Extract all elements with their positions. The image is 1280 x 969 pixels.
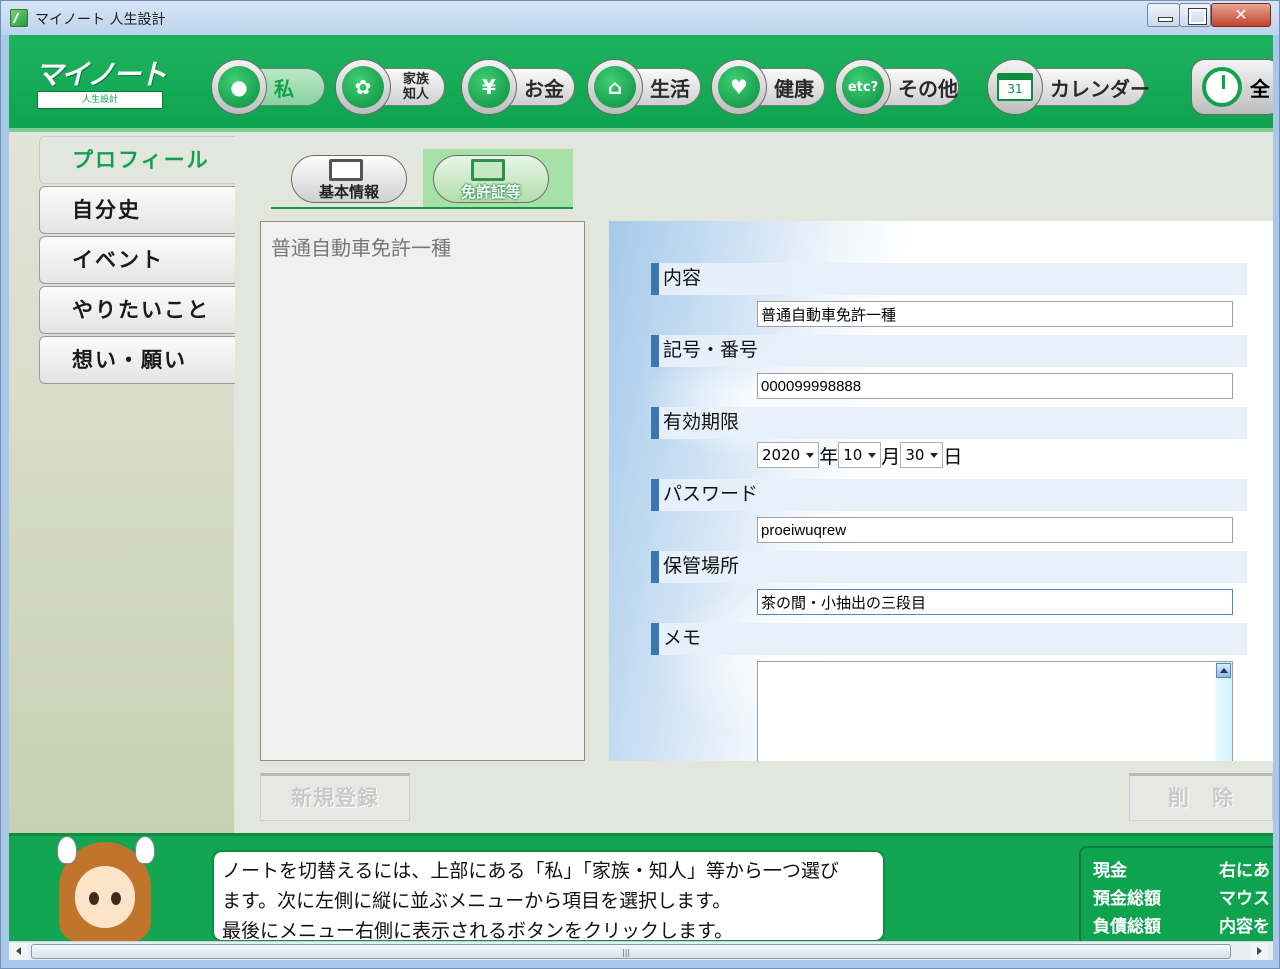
scrollbar-thumb[interactable]: ||| bbox=[31, 944, 1231, 959]
year-select[interactable]: 2020 bbox=[757, 442, 820, 468]
chevron-down-icon bbox=[868, 452, 877, 458]
memo-textarea[interactable] bbox=[757, 661, 1233, 761]
detail-form: 内容 記号・番号 有効期限 2020 年 10 月 30 日 パスワード 保管場… bbox=[609, 221, 1273, 761]
help-line-3: 最後にメニュー右側に表示されるボタンをクリックします。 bbox=[222, 920, 734, 941]
chevron-down-icon bbox=[930, 452, 939, 458]
card-icon bbox=[471, 159, 505, 181]
window-title: マイノート 人生設計 bbox=[35, 12, 166, 28]
client-area: マイノート 人生設計 ● 私 ✿ 家族 知人 ¥ お金 ⌂ 生活 ♥ 健康 et… bbox=[9, 35, 1273, 941]
location-input[interactable] bbox=[757, 589, 1233, 615]
password-label: パスワード bbox=[651, 479, 1247, 511]
app-window: マイノート 人生設計 ✕ マイノート 人生設計 ● 私 ✿ 家族 知人 ¥ お金… bbox=[0, 0, 1280, 969]
tab-basic-info[interactable]: 基本情報 bbox=[281, 149, 431, 209]
month-select[interactable]: 10 bbox=[838, 442, 882, 468]
maximize-button[interactable] bbox=[1179, 3, 1211, 27]
close-icon: ✕ bbox=[1234, 5, 1248, 24]
menu-event[interactable]: イベント bbox=[39, 236, 235, 284]
nav-health-button[interactable]: ♥ 健康 bbox=[711, 59, 825, 115]
title-bar[interactable]: マイノート 人生設計 ✕ bbox=[1, 1, 1279, 35]
tab-license-label: 免許証等 bbox=[460, 183, 521, 201]
list-item[interactable]: 普通自動車免許一種 bbox=[271, 232, 451, 261]
logo-subtitle: 人生設計 bbox=[37, 91, 163, 109]
nav-all-button[interactable]: 全 bbox=[1191, 59, 1273, 115]
nav-family-label-1: 家族 bbox=[402, 72, 429, 87]
number-input[interactable] bbox=[757, 373, 1233, 399]
deposit-label: 預金総額 bbox=[1093, 889, 1161, 909]
menu-todo[interactable]: やりたいこと bbox=[39, 286, 235, 334]
day-unit: 日 bbox=[943, 445, 963, 468]
debt-label: 負債総額 bbox=[1093, 917, 1161, 937]
app-logo: マイノート 人生設計 bbox=[35, 53, 167, 115]
location-label: 保管場所 bbox=[651, 551, 1247, 583]
top-nav-bar: マイノート 人生設計 ● 私 ✿ 家族 知人 ¥ お金 ⌂ 生活 ♥ 健康 et… bbox=[9, 35, 1273, 132]
help-speech-bubble: ノートを切替えるには、上部にある「私」「家族・知人」等から一つ選び ます。次に左… bbox=[212, 850, 885, 941]
etc-question-icon: etc? bbox=[842, 66, 884, 108]
help-line-1: ノートを切替えるには、上部にある「私」「家族・知人」等から一つ選び bbox=[222, 860, 839, 882]
grip-icon: ||| bbox=[622, 948, 631, 957]
expiry-date-row: 2020 年 10 月 30 日 bbox=[757, 441, 962, 469]
nav-family-label-2: 知人 bbox=[402, 87, 429, 102]
menu-profile[interactable]: プロフィール bbox=[39, 136, 235, 184]
close-button[interactable]: ✕ bbox=[1211, 3, 1271, 27]
chevron-down-icon bbox=[806, 452, 815, 458]
nav-life-button[interactable]: ⌂ 生活 bbox=[587, 59, 701, 115]
month-unit: 月 bbox=[881, 445, 901, 468]
summary-note-2: マウス bbox=[1219, 889, 1270, 909]
day-select[interactable]: 30 bbox=[900, 442, 944, 468]
nav-calendar-button[interactable]: 31 カレンダー bbox=[987, 59, 1150, 115]
cash-label: 現金 bbox=[1093, 861, 1127, 881]
nav-calendar-label: カレンダー bbox=[1027, 68, 1150, 106]
document-icon bbox=[329, 159, 363, 181]
house-icon: ⌂ bbox=[594, 66, 636, 108]
menu-wishes[interactable]: 想い・願い bbox=[39, 336, 235, 384]
scroll-right-icon[interactable] bbox=[1251, 943, 1268, 960]
summary-note-1: 右にあ bbox=[1219, 861, 1270, 881]
tab-license[interactable]: 免許証等 bbox=[423, 149, 573, 209]
minimize-button[interactable] bbox=[1147, 3, 1180, 27]
calendar-icon: 31 bbox=[997, 73, 1033, 101]
summary-note-3: 内容を bbox=[1219, 917, 1270, 937]
new-record-button[interactable]: 新規登録 bbox=[260, 773, 410, 821]
content-label: 内容 bbox=[651, 263, 1247, 295]
content-input[interactable] bbox=[757, 301, 1233, 327]
nav-other-button[interactable]: etc? その他 bbox=[835, 59, 959, 115]
help-line-2: ます。次に左側に縦に並ぶメニューから項目を選択します。 bbox=[222, 890, 732, 912]
day-value: 30 bbox=[905, 446, 925, 464]
nav-money-button[interactable]: ¥ お金 bbox=[461, 59, 575, 115]
app-icon bbox=[10, 9, 28, 27]
tab-underline bbox=[271, 207, 573, 209]
record-list[interactable]: 普通自動車免許一種 bbox=[260, 221, 585, 761]
family-icon: ✿ bbox=[342, 66, 384, 108]
scroll-left-icon[interactable] bbox=[11, 943, 28, 960]
summary-box: 現金 預金総額 負債総額 右にあ マウス 内容を bbox=[1079, 846, 1273, 941]
nav-family-button[interactable]: ✿ 家族 知人 bbox=[335, 59, 445, 115]
nav-watashi-button[interactable]: ● 私 bbox=[211, 59, 325, 115]
year-value: 2020 bbox=[762, 446, 801, 464]
horizontal-scrollbar[interactable]: ||| bbox=[9, 941, 1273, 960]
nav-all-label: 全 bbox=[1250, 76, 1270, 101]
month-value: 10 bbox=[843, 446, 863, 464]
number-label: 記号・番号 bbox=[651, 335, 1247, 367]
scroll-up-icon[interactable] bbox=[1216, 663, 1231, 678]
menu-history[interactable]: 自分史 bbox=[39, 186, 235, 234]
expiry-label: 有効期限 bbox=[651, 407, 1247, 439]
delete-button[interactable]: 削 除 bbox=[1129, 773, 1273, 821]
clock-icon bbox=[1202, 67, 1242, 107]
year-unit: 年 bbox=[819, 445, 839, 468]
mascot-image bbox=[51, 836, 161, 941]
heart-icon: ♥ bbox=[718, 66, 760, 108]
help-bar: ノートを切替えるには、上部にある「私」「家族・知人」等から一つ選び ます。次に左… bbox=[9, 833, 1273, 941]
tab-basic-info-label: 基本情報 bbox=[318, 183, 379, 201]
logo-title: マイノート bbox=[35, 58, 167, 91]
password-input[interactable] bbox=[757, 517, 1233, 543]
memo-label: メモ bbox=[651, 623, 1247, 655]
yen-icon: ¥ bbox=[468, 66, 510, 108]
person-icon: ● bbox=[218, 66, 260, 108]
